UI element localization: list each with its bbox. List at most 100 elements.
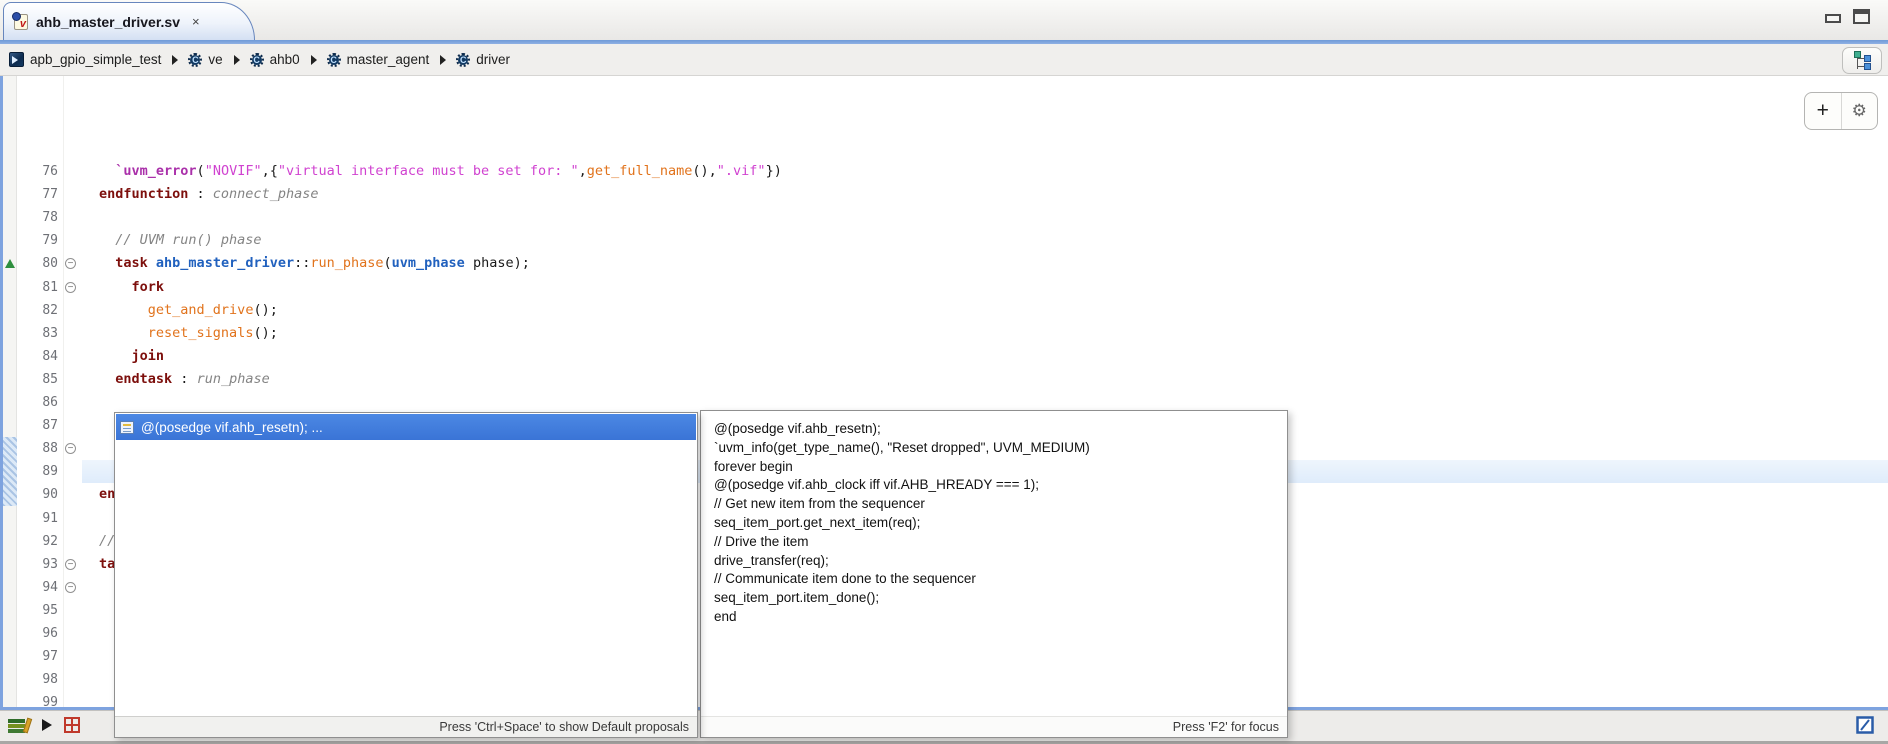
line-number[interactable]: 76 [17,160,61,183]
breadcrumb-label: ve [208,52,222,67]
preview-line: end [714,608,1274,627]
line-number[interactable]: 90 [17,483,61,506]
fold-collapse-icon[interactable]: − [65,559,76,570]
line-number[interactable]: 88 [17,437,61,460]
breadcrumb-item-apb_gpio_simple_test[interactable]: apb_gpio_simple_test [9,52,161,67]
class-icon [456,53,470,67]
preview-footer: Press 'F2' for focus [701,716,1287,737]
code-text: `uvm_error("NOVIF",{"virtual interface m… [99,160,782,183]
code-line-79[interactable]: 79 // UVM run() phase [3,229,1888,252]
fold-collapse-icon[interactable]: − [65,582,76,593]
breadcrumb-label: master_agent [347,52,430,67]
code-text: // [99,530,115,553]
line-number[interactable]: 85 [17,368,61,391]
hierarchy-icon [1854,51,1871,70]
hierarchy-toggle-button[interactable] [1842,47,1882,74]
code-line-80[interactable]: 80− task ahb_master_driver::run_phase(uv… [3,252,1888,275]
preview-line: drive_transfer(req); [714,552,1274,571]
line-number[interactable]: 96 [17,622,61,645]
breadcrumb-label: apb_gpio_simple_test [30,52,161,67]
code-text: get_and_drive(); [99,299,278,322]
line-number[interactable]: 82 [17,299,61,322]
template-preview-text: @(posedge vif.ahb_resetn);`uvm_info(get_… [701,411,1287,716]
grid-icon[interactable] [64,717,80,733]
code-text: reset_signals(); [99,322,278,345]
preview-line: seq_item_port.item_done(); [714,589,1274,608]
ide-window: ahb_master_driver.sv × apb_gpio_simple_t… [0,0,1888,744]
line-number[interactable]: 93 [17,553,61,576]
editor-floating-toolbar: + ⚙ [1804,92,1878,130]
line-number[interactable]: 83 [17,322,61,345]
line-number[interactable]: 77 [17,183,61,206]
play-icon[interactable] [42,719,52,731]
selection-range-marker [3,437,17,506]
code-text: join [99,345,164,368]
breadcrumb-label: driver [476,52,510,67]
breadcrumb-separator-icon [234,55,240,65]
breadcrumb-item-ve[interactable]: ve [188,52,222,67]
line-number[interactable]: 97 [17,645,61,668]
code-line-76[interactable]: 76 `uvm_error("NOVIF",{"virtual interfac… [3,160,1888,183]
code-text: // UVM run() phase [99,229,262,252]
preview-line: // Get new item from the sequencer [714,495,1274,514]
preview-line: forever begin [714,458,1274,477]
line-number[interactable]: 87 [17,414,61,437]
breadcrumb-item-ahb0[interactable]: ahb0 [250,52,300,67]
fold-collapse-icon[interactable]: − [65,282,76,293]
proposal-selected-row[interactable]: @(posedge vif.ahb_resetn); ... [116,414,696,440]
tab-close-icon[interactable]: × [192,14,200,29]
fold-collapse-icon[interactable]: − [65,443,76,454]
tab-ahb-master-driver[interactable]: ahb_master_driver.sv × [3,2,255,40]
content-assist-proposals: @(posedge vif.ahb_resetn); ... Press 'Ct… [114,412,698,738]
maximize-button[interactable] [1853,9,1870,24]
content-assist-preview: @(posedge vif.ahb_resetn);`uvm_info(get_… [700,410,1288,738]
code-line-81[interactable]: 81− fork [3,276,1888,299]
code-text: ta [99,553,115,576]
preview-line: @(posedge vif.ahb_resetn); [714,420,1274,439]
line-number[interactable]: 79 [17,229,61,252]
breadcrumb: apb_gpio_simple_test ve ahb0 master_agent dr… [0,44,1888,76]
code-line-83[interactable]: 83 reset_signals(); [3,322,1888,345]
proposals-footer: Press 'Ctrl+Space' to show Default propo… [115,716,697,737]
tab-title: ahb_master_driver.sv [36,14,180,30]
line-number[interactable]: 86 [17,391,61,414]
breadcrumb-separator-icon [311,55,317,65]
fold-collapse-icon[interactable]: − [65,258,76,269]
code-line-84[interactable]: 84 join [3,345,1888,368]
sv-file-icon [9,52,24,67]
line-number[interactable]: 98 [17,668,61,691]
line-number[interactable]: 91 [17,507,61,530]
code-line-77[interactable]: 77 endfunction : connect_phase [3,183,1888,206]
breadcrumb-label: ahb0 [270,52,300,67]
settings-gear-icon[interactable]: ⚙ [1842,93,1878,129]
line-number[interactable]: 78 [17,206,61,229]
line-number[interactable]: 84 [17,345,61,368]
code-text: endfunction : connect_phase [99,183,318,206]
code-text: endtask : run_phase [99,368,270,391]
library-icon[interactable] [8,717,34,736]
breadcrumb-separator-icon [440,55,446,65]
line-number[interactable]: 99 [17,691,61,707]
proposal-label: @(posedge vif.ahb_resetn); ... [141,420,323,435]
code-line-82[interactable]: 82 get_and_drive(); [3,299,1888,322]
line-number[interactable]: 92 [17,530,61,553]
sv-file-doc-icon [14,14,28,30]
line-number[interactable]: 80 [17,252,61,275]
line-number[interactable]: 89 [17,460,61,483]
minimize-button[interactable] [1825,14,1841,23]
breadcrumb-item-driver[interactable]: driver [456,52,510,67]
add-button[interactable]: + [1805,93,1842,129]
line-number[interactable]: 81 [17,276,61,299]
breadcrumb-separator-icon [172,55,178,65]
code-text: task ahb_master_driver::run_phase(uvm_ph… [99,252,530,275]
class-icon [188,53,202,67]
breadcrumb-item-master_agent[interactable]: master_agent [327,52,430,67]
occurrence-arrow-marker[interactable] [5,259,15,268]
line-number[interactable]: 95 [17,599,61,622]
preview-line: seq_item_port.get_next_item(req); [714,514,1274,533]
line-number[interactable]: 94 [17,576,61,599]
code-line-85[interactable]: 85 endtask : run_phase [3,368,1888,391]
code-line-78[interactable]: 78 [3,206,1888,229]
code-text: en [99,483,115,506]
restore-icon[interactable] [1856,716,1874,734]
